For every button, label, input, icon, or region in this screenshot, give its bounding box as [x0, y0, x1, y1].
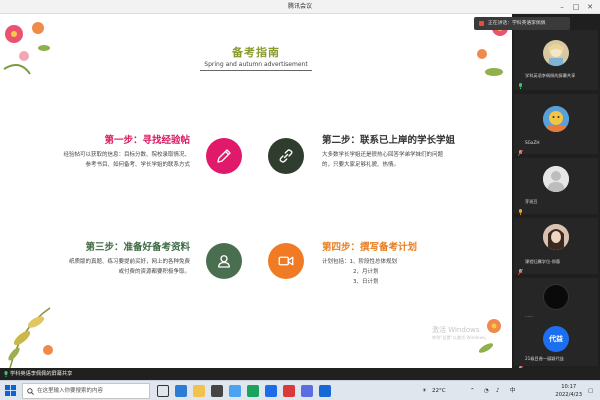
close-icon[interactable]: ✕	[584, 0, 596, 14]
participant-tile[interactable]: 代益 21级目香一展颖代益	[514, 322, 598, 373]
participant-tile[interactable]: 学科英语李佩佩的屏幕共享	[514, 30, 598, 90]
participant-name: 21级目香一展颖代益	[525, 356, 564, 361]
search-placeholder: 在这里输入你要搜索的内容	[37, 388, 104, 394]
taskbar-search-input[interactable]: 在这里输入你要搜索的内容	[22, 383, 150, 399]
taskbar-clock[interactable]: 10:17 2022/4/23	[555, 383, 582, 399]
participant-tile[interactable]: SGaZH	[514, 94, 598, 157]
step-2-heading: 第二步：联系已上岸的学长学姐	[322, 135, 456, 146]
mic-icon	[518, 200, 523, 215]
step-2-line: 大多数学长学姐还是很热心回答学弟学妹们的问题	[322, 152, 444, 158]
participant-tile[interactable]: 芽斑豆	[514, 158, 598, 215]
participant-name: SGaZH	[525, 140, 540, 145]
windows-start-icon[interactable]	[5, 385, 16, 396]
leaf-decoration-icon	[8, 307, 53, 368]
step-1-heading: 第一步：寻找经验帖	[104, 135, 190, 146]
edge-icon[interactable]	[175, 385, 187, 397]
maximize-icon[interactable]: □	[570, 0, 582, 14]
app-icon[interactable]	[319, 385, 331, 397]
avatar	[543, 166, 569, 192]
store-icon[interactable]	[211, 385, 223, 397]
step-4-line: 3、日计划	[353, 279, 379, 285]
avatar: 代益	[543, 326, 569, 352]
link-icon	[279, 149, 293, 163]
pencil-icon	[217, 149, 231, 163]
step-4-line: 2、月计划	[353, 269, 379, 275]
title-divider	[200, 70, 312, 71]
mic-icon	[518, 74, 523, 89]
step-1-circle	[206, 138, 242, 174]
step-4-body: 计划包括：1、阶段性总体规划 2、月计划 3、日计划	[322, 257, 397, 287]
participant-name: 课程归属学位-郑蓉	[525, 259, 561, 264]
avatar	[543, 40, 569, 66]
mic-icon	[517, 357, 524, 373]
participant-tile[interactable]: 课程归属学位-郑蓉	[514, 218, 598, 276]
minimize-icon[interactable]: –	[556, 0, 568, 14]
avatar	[543, 284, 569, 310]
network-icon[interactable]: ◔	[484, 381, 489, 400]
avatar	[543, 106, 569, 132]
step-1-line: 参考书目、如何备考、学长学姐的联系方式	[85, 162, 190, 168]
qq-icon[interactable]	[301, 385, 313, 397]
step-4-line: 计划包括：1、阶段性总体规划	[322, 259, 398, 265]
mail-icon[interactable]	[229, 385, 241, 397]
speaking-notice: 正在讲话：学科英语李佩佩	[474, 17, 570, 30]
weather-icon[interactable]: ☀	[422, 381, 427, 400]
step-1-line: 经验帖可以获取的信息：目标分数、院校录取情况、	[63, 152, 190, 158]
slide-subtitle: Spring and autumn advertisement	[204, 61, 308, 68]
step-4-heading: 第四步：撰写备考计划	[322, 242, 418, 253]
avatar	[543, 224, 569, 250]
search-icon	[27, 388, 34, 395]
screen-share-bar: 学科英语李佩佩的屏幕共享	[0, 368, 600, 380]
speaking-notice-text: 正在讲话：学科英语李佩佩	[488, 21, 546, 26]
participant-name: ......	[525, 313, 533, 318]
mic-icon	[517, 314, 524, 330]
participant-name: 学科英语李佩佩的屏幕共享	[525, 73, 576, 78]
shared-slide: 备考指南 Spring and autumn advertisement 第一步…	[0, 14, 512, 368]
step-3-circle	[206, 243, 242, 279]
participant-sidebar: 学科英语李佩佩的屏幕共享 SGaZH 芽斑豆 课程归属学位-郑蓉 ...... …	[512, 14, 600, 373]
ime-indicator[interactable]: 中	[510, 381, 516, 400]
notification-icon[interactable]: ▢	[588, 381, 593, 400]
step-4-circle	[268, 243, 304, 279]
tray-chevron-icon[interactable]: ⌃	[470, 381, 475, 400]
clock-date: 2022/4/23	[555, 392, 582, 398]
participant-name: 芽斑豆	[525, 199, 538, 204]
clock-time: 10:17	[561, 384, 577, 390]
temperature-label: 22°C	[432, 388, 446, 394]
task-view-icon[interactable]	[157, 385, 169, 397]
screen-share-label: 学科英语李佩佩的屏幕共享	[10, 371, 73, 377]
window-titlebar: 腾讯会议 – □ ✕	[0, 0, 600, 14]
activate-windows-watermark: 激活 Windows 转到"设置"以激活 Windows。	[432, 326, 489, 342]
wps-icon[interactable]	[283, 385, 295, 397]
slide-title: 备考指南	[232, 46, 280, 59]
video-icon	[278, 256, 294, 266]
step-2-line: 的，只要大家足够礼貌、热情。	[322, 162, 400, 168]
mic-icon	[517, 141, 524, 157]
step-2-body: 大多数学长学姐还是很热心回答学弟学妹们的问题 的，只要大家足够礼貌、热情。	[322, 150, 443, 170]
wechat-icon[interactable]	[247, 385, 259, 397]
step-3-body: 纸质版的真题、练习要提前买好，网上的各种免费 或付费的资源都要积极争取。	[69, 257, 190, 277]
tencent-meeting-icon[interactable]	[265, 385, 277, 397]
step-3-line: 或付费的资源都要积极争取。	[118, 269, 190, 275]
step-2-circle	[268, 138, 304, 174]
step-3-heading: 第三步：准备好备考资料	[85, 242, 190, 253]
windows-taskbar: 在这里输入你要搜索的内容 ☀ 22°C ⌃ ◔ ♪ 中 10:17 2022/4…	[0, 380, 600, 400]
step-3-line: 纸质版的真题、练习要提前买好，网上的各种免费	[68, 259, 190, 265]
watermark-line: 转到"设置"以激活 Windows。	[432, 335, 490, 340]
window-title: 腾讯会议	[287, 3, 312, 10]
user-icon	[218, 255, 230, 268]
step-1-body: 经验帖可以获取的信息：目标分数、院校录取情况、 参考书目、如何备考、学长学姐的联…	[63, 150, 190, 170]
participant-tile[interactable]: ......	[514, 278, 598, 330]
volume-icon[interactable]: ♪	[496, 381, 500, 400]
watermark-line: 激活 Windows	[432, 326, 480, 334]
file-explorer-icon[interactable]	[193, 385, 205, 397]
mic-icon	[517, 260, 524, 276]
mic-icon	[4, 371, 8, 377]
speaking-indicator-icon	[479, 21, 484, 26]
